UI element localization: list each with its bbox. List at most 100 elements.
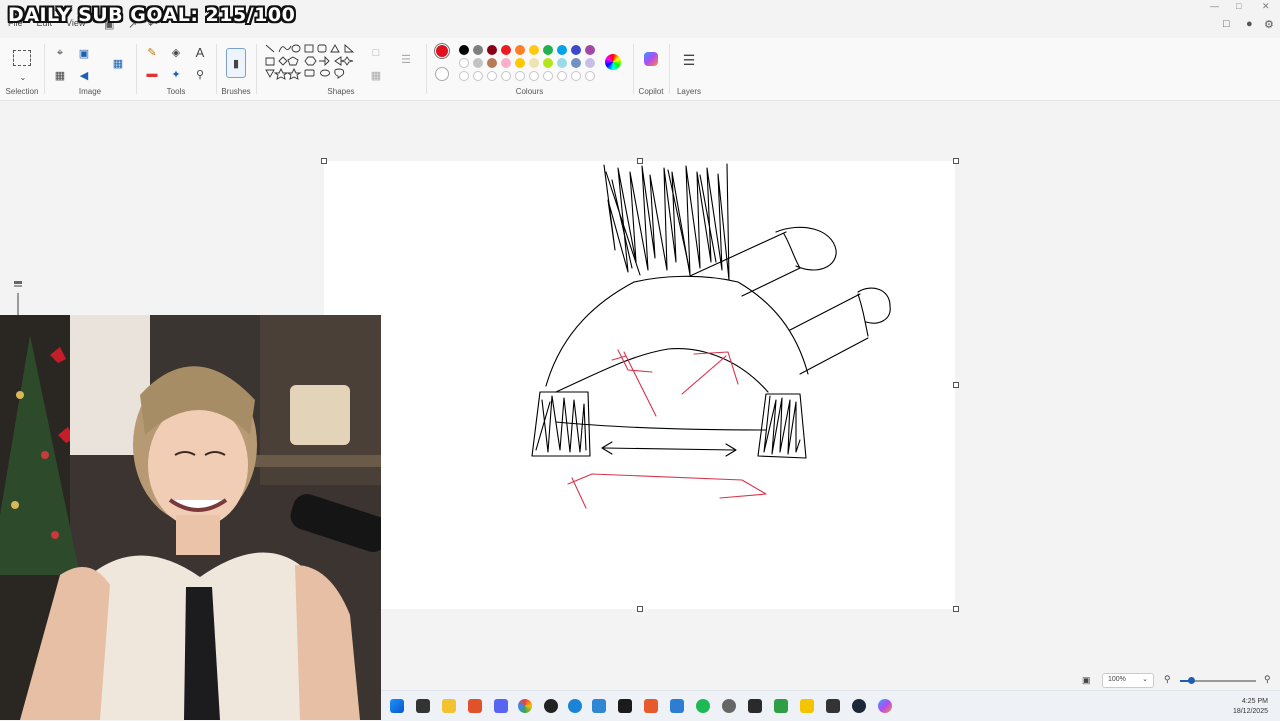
outline-icon[interactable]: □ xyxy=(367,44,385,62)
colour-picker-icon[interactable]: ✦ xyxy=(167,65,185,83)
resize-handle[interactable] xyxy=(637,158,643,164)
resize-handle[interactable] xyxy=(953,382,959,388)
magnifier-icon[interactable]: ⚲ xyxy=(191,65,209,83)
zoom-slider-thumb[interactable] xyxy=(1188,677,1195,684)
custom-colour-slot[interactable] xyxy=(571,71,581,81)
brave-icon[interactable] xyxy=(644,699,658,713)
system-clock[interactable]: 4:25 PM 18/12/2025 xyxy=(1233,697,1268,717)
close-button[interactable]: ✕ xyxy=(1262,1,1270,12)
custom-colour-slot[interactable] xyxy=(487,71,497,81)
resize-icon[interactable]: ▣ xyxy=(75,44,93,62)
custom-colour-slot[interactable] xyxy=(543,71,553,81)
custom-colour-slot[interactable] xyxy=(473,71,483,81)
custom-colour-slot[interactable] xyxy=(529,71,539,81)
colours-label: Colours xyxy=(515,87,544,96)
colour-swatch[interactable] xyxy=(473,58,483,68)
app-icon[interactable] xyxy=(722,699,736,713)
file-explorer-icon[interactable] xyxy=(442,699,456,713)
zoom-in-icon[interactable]: ⚲ xyxy=(1264,674,1271,685)
notepad-icon[interactable] xyxy=(670,699,684,713)
colour-swatch[interactable] xyxy=(543,45,553,55)
drawing-canvas[interactable] xyxy=(324,161,955,609)
colour-swatch[interactable] xyxy=(459,45,469,55)
custom-colour-slot[interactable] xyxy=(515,71,525,81)
zoom-slider[interactable] xyxy=(1180,677,1256,684)
brave-browser-icon[interactable] xyxy=(468,699,482,713)
comment-icon[interactable]: □ xyxy=(1223,18,1230,30)
discord-icon[interactable] xyxy=(494,699,508,713)
secondary-colour-button[interactable] xyxy=(435,67,449,81)
colour-swatch[interactable] xyxy=(515,58,525,68)
fill-icon[interactable]: ▦ xyxy=(367,66,385,84)
slider-mark xyxy=(14,285,22,287)
windows-taskbar: 4:25 PM 18/12/2025 xyxy=(380,690,1280,721)
terminal-icon[interactable] xyxy=(826,699,840,713)
zoom-select[interactable]: 100% ⌄ xyxy=(1102,673,1154,688)
colour-swatch[interactable] xyxy=(585,58,595,68)
excel-icon[interactable] xyxy=(774,699,788,713)
colour-swatch[interactable] xyxy=(557,58,567,68)
maximize-button[interactable]: □ xyxy=(1236,1,1241,11)
chevron-down-icon[interactable]: ⌄ xyxy=(14,68,32,86)
shapes-gallery[interactable] xyxy=(263,42,363,90)
pencil-icon[interactable]: ✎ xyxy=(143,43,161,61)
task-view-icon[interactable] xyxy=(416,699,430,713)
primary-colour-button[interactable] xyxy=(434,43,450,59)
brush-icon[interactable]: ▮ xyxy=(226,48,246,78)
background-removal-icon[interactable]: ▦ xyxy=(51,66,69,84)
start-icon[interactable] xyxy=(390,699,404,713)
layers-icon[interactable]: ☰ xyxy=(680,51,698,69)
colour-swatch[interactable] xyxy=(487,58,497,68)
fill-bucket-icon[interactable]: ◈ xyxy=(167,43,185,61)
eraser-icon[interactable]: ▬ xyxy=(143,65,161,83)
image-select-icon[interactable]: ▦ xyxy=(109,54,127,72)
custom-colour-slot[interactable] xyxy=(459,71,469,81)
settings-gear-icon[interactable]: ⚙ xyxy=(1264,18,1274,31)
app-yellow-icon[interactable] xyxy=(800,699,814,713)
colour-swatch[interactable] xyxy=(459,58,469,68)
chrome-icon[interactable] xyxy=(518,699,532,713)
vscode-icon[interactable] xyxy=(592,699,606,713)
custom-colour-slot[interactable] xyxy=(585,71,595,81)
colour-swatch[interactable] xyxy=(501,58,511,68)
text-tool-icon[interactable]: A xyxy=(191,43,209,61)
crop-icon[interactable]: ⌖ xyxy=(51,44,69,62)
colour-swatch[interactable] xyxy=(501,45,511,55)
resize-handle[interactable] xyxy=(953,606,959,612)
steam-icon[interactable] xyxy=(852,699,866,713)
colour-swatch[interactable] xyxy=(585,45,595,55)
resize-handle[interactable] xyxy=(321,158,327,164)
shape-size-icon[interactable]: ☰ xyxy=(397,50,415,68)
custom-colour-slot[interactable] xyxy=(557,71,567,81)
account-icon[interactable]: ● xyxy=(1246,18,1253,30)
paint-icon[interactable] xyxy=(878,699,892,713)
colour-swatch[interactable] xyxy=(543,58,553,68)
zoom-out-icon[interactable]: ⚲ xyxy=(1164,674,1171,685)
obs-icon[interactable] xyxy=(544,699,558,713)
tools-label: Tools xyxy=(166,87,186,96)
colour-swatch[interactable] xyxy=(571,58,581,68)
rotate-icon[interactable]: ◀ xyxy=(75,66,93,84)
colour-swatch[interactable] xyxy=(557,45,567,55)
status-bar: ▣ 100% ⌄ ⚲ ⚲ xyxy=(380,670,1280,690)
zoom-value: 100% xyxy=(1108,676,1126,683)
resize-handle[interactable] xyxy=(637,606,643,612)
fit-to-window-icon[interactable]: ▣ xyxy=(1082,675,1091,686)
edge-icon[interactable] xyxy=(568,699,582,713)
resize-handle[interactable] xyxy=(953,158,959,164)
colour-swatch[interactable] xyxy=(473,45,483,55)
slider-thumb[interactable] xyxy=(14,281,22,284)
custom-colour-slot[interactable] xyxy=(501,71,511,81)
colour-swatch[interactable] xyxy=(529,45,539,55)
spotify-icon[interactable] xyxy=(696,699,710,713)
minimize-button[interactable]: — xyxy=(1210,1,1219,11)
colour-swatch[interactable] xyxy=(487,45,497,55)
colour-swatch[interactable] xyxy=(529,58,539,68)
capcut-icon[interactable] xyxy=(618,699,632,713)
colour-swatch[interactable] xyxy=(571,45,581,55)
copilot-icon[interactable] xyxy=(644,52,658,66)
selection-rectangle-icon[interactable] xyxy=(13,50,31,66)
streamdeck-icon[interactable] xyxy=(748,699,762,713)
edit-colours-icon[interactable] xyxy=(605,54,621,70)
colour-swatch[interactable] xyxy=(515,45,525,55)
